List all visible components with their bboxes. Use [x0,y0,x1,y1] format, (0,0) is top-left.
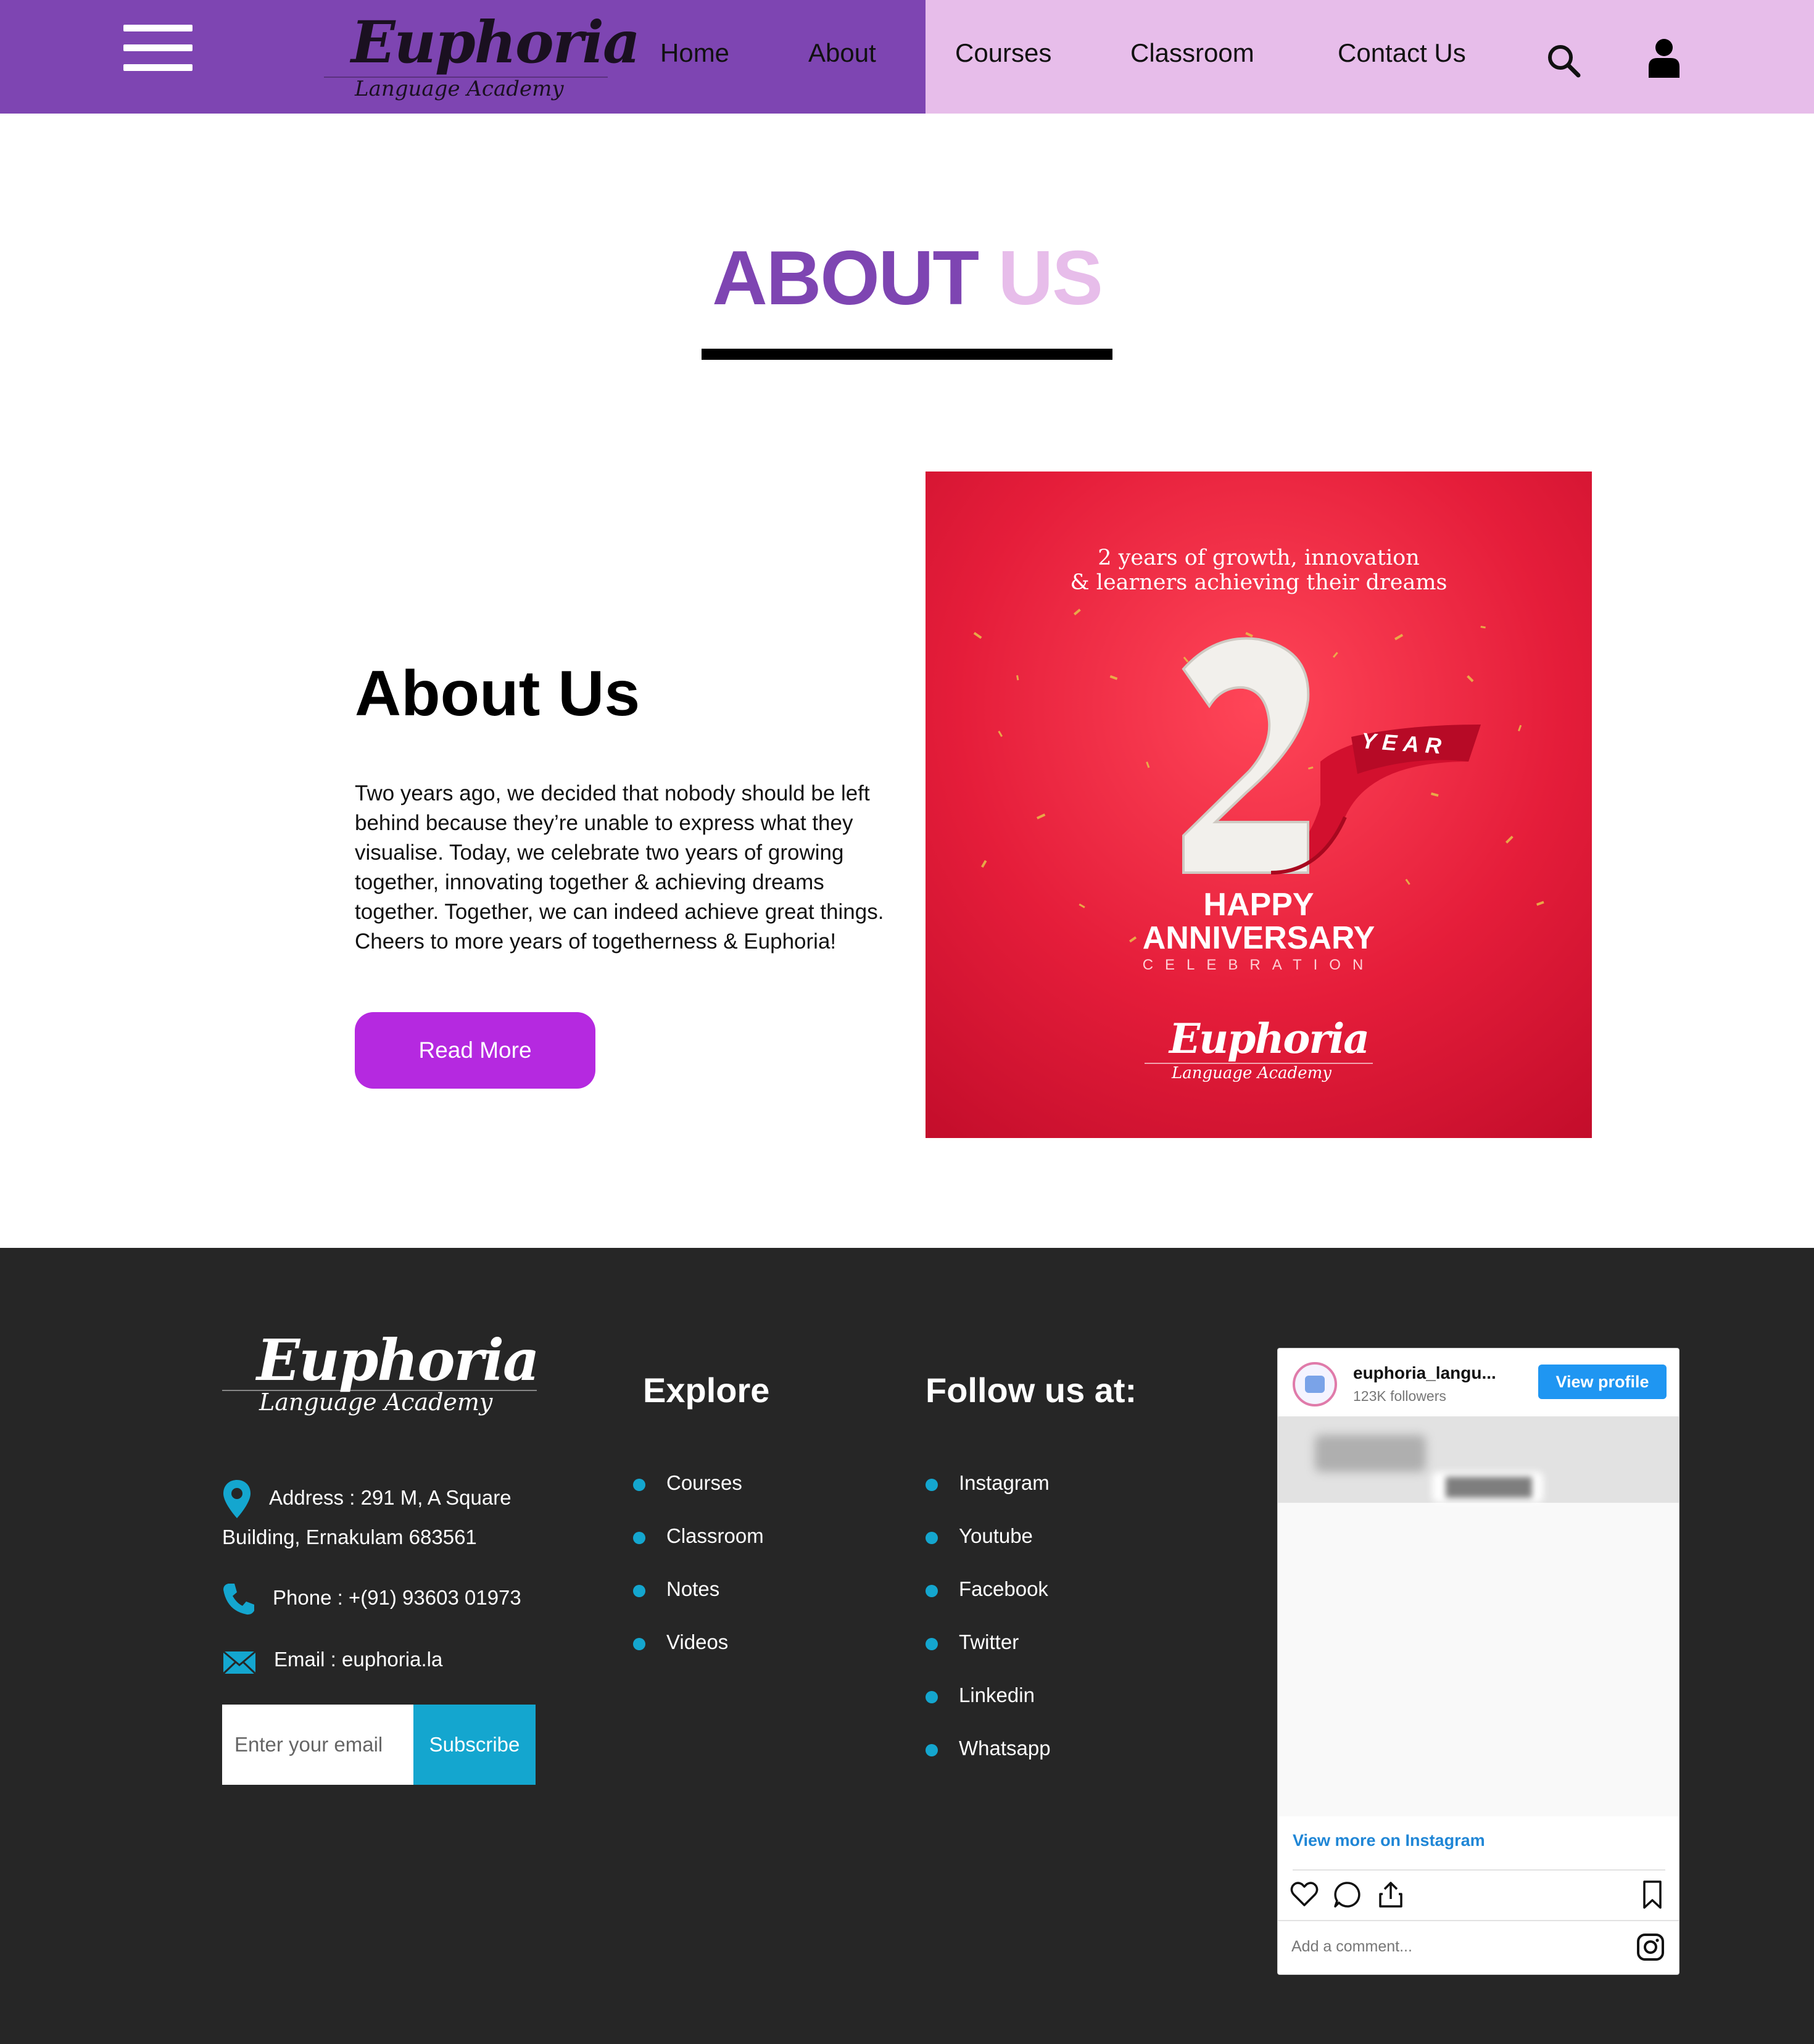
promo-tagline-line-1: 2 years of growth, innovation [1098,546,1420,570]
nav-home[interactable]: Home [660,38,729,68]
instagram-embed: euphoria_langu... 123K followers View pr… [1277,1348,1679,1975]
blurred-text [1446,1477,1532,1498]
nav-courses[interactable]: Courses [955,38,1051,68]
address-line-2: Building, Ernakulam 683561 [222,1526,477,1548]
phone-icon [223,1584,254,1615]
promo-celebration-text: CELEBRATION [1142,957,1375,973]
social-link-linkedin[interactable]: Linkedin [926,1684,1035,1707]
instagram-divider-1 [1293,1869,1665,1871]
instagram-comment-input[interactable] [1291,1931,1625,1962]
logo-subtitle: Language Academy [355,77,564,101]
promo-logo: Euphoria Language Academy [1145,1015,1373,1082]
instagram-avatar[interactable] [1293,1362,1337,1406]
follow-title: Follow us at: [926,1371,1137,1410]
promo-logo-subtitle: Language Academy [1172,1064,1332,1082]
title-underline [702,349,1112,360]
anniversary-image: 2 years of growth, innovation & learners… [926,472,1592,1138]
instagram-post-image[interactable] [1278,1416,1679,1816]
instagram-icon[interactable] [1636,1932,1665,1962]
address-line-1: Address : 291 M, A Square [269,1486,511,1509]
promo-tagline-line-2: & learners achieving their dreams [1070,570,1447,595]
subscribe-button[interactable]: Subscribe [413,1705,536,1785]
footer-logo-subtitle: Language Academy [259,1389,493,1416]
header-logo[interactable]: Euphoria Language Academy [324,9,640,101]
view-more-link[interactable]: View more on Instagram [1293,1831,1485,1850]
newsletter-email-input[interactable] [222,1705,413,1785]
view-profile-button[interactable]: View profile [1538,1365,1667,1399]
site-footer: Euphoria Language Academy Address : 291 … [0,1248,1814,2044]
social-link-twitter[interactable]: Twitter [925,1631,1019,1654]
promo-anniversary-text: ANNIVERSARY [1142,920,1375,956]
instagram-followers: 123K followers [1353,1388,1446,1404]
page-title-word-1: ABOUT [712,236,979,321]
promo-happy-text: HAPPY [1203,887,1314,923]
heart-icon[interactable] [1289,1879,1320,1910]
explore-title: Explore [643,1371,770,1410]
promo-tagline: 2 years of growth, innovation & learners… [926,546,1592,595]
site-header: Euphoria Language Academy Home About Cou… [0,0,1814,114]
email-text: Email : euphoria.la [274,1648,443,1671]
search-icon[interactable] [1546,43,1581,78]
bookmark-icon[interactable] [1637,1879,1668,1910]
footer-link-classroom[interactable]: Classroom [633,1524,764,1548]
social-link-instagram[interactable]: Instagram [926,1471,1050,1495]
comment-icon[interactable] [1332,1879,1363,1910]
page-title-word-2: US [998,236,1103,321]
mail-icon [222,1650,257,1675]
instagram-post-preview [1278,1416,1679,1503]
about-paragraph: Two years ago, we decided that nobody sh… [355,781,884,953]
social-link-youtube[interactable]: Youtube [926,1524,1033,1548]
user-icon[interactable] [1647,38,1681,78]
social-link-facebook[interactable]: Facebook [926,1577,1048,1601]
menu-icon[interactable] [123,25,193,72]
instagram-divider-2 [1278,1920,1679,1921]
footer-link-courses[interactable]: Courses [633,1471,742,1495]
logo-script-text: Euphoria [351,9,640,77]
footer-logo-script: Euphoria [257,1327,540,1394]
nav-contact-us[interactable]: Contact Us [1338,38,1466,68]
read-more-button[interactable]: Read More [355,1012,595,1089]
footer-link-notes[interactable]: Notes [632,1577,719,1601]
nav-classroom[interactable]: Classroom [1130,38,1254,68]
nav-about[interactable]: About [808,38,876,68]
blurred-logo [1315,1435,1426,1472]
newsletter-form: Subscribe [222,1705,536,1785]
social-link-whatsapp[interactable]: Whatsapp [926,1737,1051,1760]
footer-logo[interactable]: Euphoria Language Academy [222,1327,540,1426]
location-pin-icon [223,1480,251,1518]
footer-link-videos[interactable]: Videos [632,1631,728,1654]
share-icon[interactable] [1375,1879,1406,1910]
page-title: ABOUT US [0,235,1814,322]
promo-logo-script: Euphoria [1169,1015,1370,1063]
phone-text: Phone : +(91) 93603 01973 [273,1586,521,1609]
about-heading: About Us [355,658,640,729]
instagram-username[interactable]: euphoria_langu... [1353,1363,1496,1383]
